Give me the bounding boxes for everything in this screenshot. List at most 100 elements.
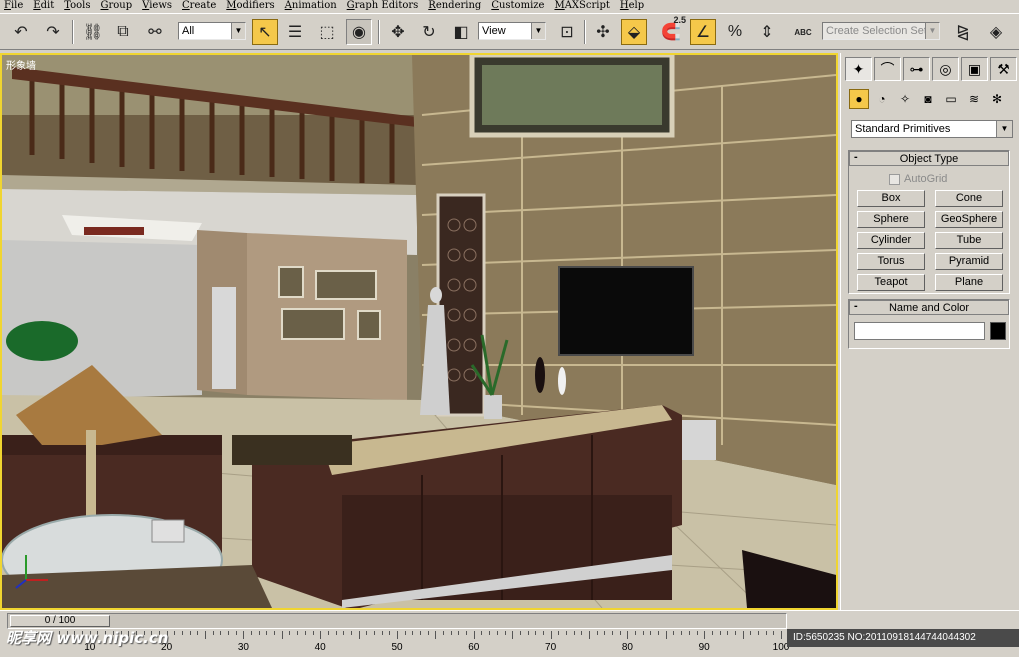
rectangular-selection-icon[interactable]: ⬚ — [314, 19, 340, 45]
menu-file[interactable]: File — [0, 0, 29, 12]
utilities-tab-icon[interactable]: ⚒ — [990, 57, 1017, 81]
keyboard-shortcut-override-icon[interactable]: ⬙ — [621, 19, 647, 45]
menu-modifiers[interactable]: Modifiers — [222, 0, 280, 12]
menu-views[interactable]: Views — [138, 0, 178, 12]
pivot-center-icon[interactable]: ⊡ — [554, 19, 580, 45]
select-and-link-icon[interactable]: ⛓ — [80, 19, 106, 45]
track-tick — [542, 631, 544, 635]
reference-coordinate-dropdown[interactable]: View ▼ — [478, 22, 546, 40]
track-tick — [704, 631, 706, 639]
geometry-icon[interactable]: ● — [849, 89, 869, 109]
display-tab-icon[interactable]: ▣ — [961, 57, 988, 81]
perspective-viewport[interactable]: 形象墙 — [0, 53, 838, 610]
checkbox-box — [889, 173, 900, 185]
object-color-swatch[interactable] — [990, 322, 1006, 340]
abc-label: ABC — [794, 27, 812, 37]
track-tick — [189, 631, 191, 635]
lights-icon[interactable]: ✧ — [895, 89, 915, 109]
reference-coordinate-value: View — [482, 25, 506, 37]
cylinder-button[interactable]: Cylinder — [857, 232, 925, 249]
bind-space-warp-icon[interactable]: ⚯ — [142, 19, 168, 45]
edit-named-selection-icon[interactable]: ABC — [790, 19, 816, 45]
menu-edit[interactable]: Edit — [29, 0, 60, 12]
track-tick — [481, 631, 483, 635]
select-by-name-icon[interactable]: ☰ — [282, 19, 308, 45]
track-tick — [658, 631, 660, 635]
track-tick — [397, 631, 398, 639]
track-tick — [665, 631, 667, 639]
select-manipulate-icon[interactable]: ✣ — [590, 19, 616, 45]
cone-button[interactable]: Cone — [935, 190, 1003, 207]
undo-icon[interactable]: ↶ — [8, 19, 34, 45]
track-tick — [274, 631, 276, 635]
select-and-move-icon[interactable]: ✥ — [385, 19, 411, 45]
track-tick — [781, 631, 782, 639]
spinner-snap-icon[interactable]: ⇕ — [754, 19, 780, 45]
viewport-label[interactable]: 形象墙 — [6, 57, 36, 72]
modify-tab-icon[interactable]: ⌒ — [874, 57, 901, 81]
track-tick — [757, 631, 759, 635]
autogrid-checkbox[interactable]: AutoGrid — [889, 173, 947, 185]
menu-help[interactable]: Help — [616, 0, 650, 12]
track-tick — [773, 631, 775, 635]
select-and-rotate-icon[interactable]: ↻ — [416, 19, 442, 45]
redo-icon[interactable]: ↷ — [40, 19, 66, 45]
window-crossing-icon[interactable]: ◉ — [346, 19, 372, 45]
menu-tools[interactable]: Tools — [60, 0, 96, 12]
hierarchy-tab-icon[interactable]: ⊶ — [903, 57, 930, 81]
menu-create[interactable]: Create — [178, 0, 222, 12]
select-object-icon[interactable]: ↖ — [252, 19, 278, 45]
track-tick — [335, 631, 337, 635]
menu-animation[interactable]: Animation — [281, 0, 343, 12]
object-name-input[interactable] — [854, 322, 985, 340]
chevron-down-icon: ▼ — [231, 23, 245, 39]
cameras-icon[interactable]: ◙ — [918, 89, 938, 109]
plane-button[interactable]: Plane — [935, 274, 1003, 291]
helpers-icon[interactable]: ▭ — [941, 89, 961, 109]
track-tick — [251, 631, 253, 635]
shapes-icon[interactable]: ◔ — [872, 89, 892, 109]
mirror-icon[interactable]: ⧎ — [950, 19, 976, 45]
track-label: 90 — [698, 642, 710, 653]
pyramid-button[interactable]: Pyramid — [935, 253, 1003, 270]
menu-group[interactable]: Group — [97, 0, 139, 12]
sphere-button[interactable]: Sphere — [857, 211, 925, 228]
track-tick — [711, 631, 713, 635]
track-tick — [443, 631, 445, 635]
menu-maxscript[interactable]: MAXScript — [550, 0, 615, 12]
menu-customize[interactable]: Customize — [487, 0, 550, 12]
percent-snap-icon[interactable]: % — [722, 19, 748, 45]
track-tick — [420, 631, 422, 635]
menu-graph-editors[interactable]: Graph Editors — [343, 0, 425, 12]
select-and-scale-icon[interactable]: ◧ — [448, 19, 474, 45]
menu-rendering[interactable]: Rendering — [424, 0, 487, 12]
object-category-value: Standard Primitives — [855, 123, 951, 135]
object-type-title: Object Type — [899, 152, 959, 165]
track-tick — [496, 631, 498, 635]
track-tick — [381, 631, 383, 635]
track-tick — [473, 631, 475, 639]
systems-icon[interactable]: ✻ — [987, 89, 1007, 109]
box-button[interactable]: Box — [857, 190, 925, 207]
snaps-toggle-icon[interactable]: 2.5 🧲 — [658, 15, 686, 45]
create-tab-icon[interactable]: ✦ — [845, 57, 872, 81]
track-tick — [427, 631, 429, 635]
time-slider-thumb[interactable]: 0 / 100 — [10, 615, 110, 627]
object-category-dropdown[interactable]: Standard Primitives ▼ — [851, 120, 1013, 138]
track-tick — [673, 631, 675, 635]
space-warps-icon[interactable]: ≋ — [964, 89, 984, 109]
name-and-color-header[interactable]: - Name and Color — [849, 300, 1009, 315]
angle-snap-toggle-icon[interactable]: ∠ — [690, 19, 716, 45]
tube-button[interactable]: Tube — [935, 232, 1003, 249]
track-tick — [212, 631, 214, 635]
unlink-icon[interactable]: ⧉ — [110, 19, 136, 45]
align-icon[interactable]: ◈ — [983, 19, 1009, 45]
object-type-header[interactable]: - Object Type — [849, 151, 1009, 166]
named-selection-set-dropdown[interactable]: Create Selection Set ▼ — [822, 22, 940, 40]
teapot-button[interactable]: Teapot — [857, 274, 925, 291]
selection-filter-dropdown[interactable]: All ▼ — [178, 22, 246, 40]
motion-tab-icon[interactable]: ◎ — [932, 57, 959, 81]
torus-button[interactable]: Torus — [857, 253, 925, 270]
snap-value: 2.5 — [673, 15, 686, 25]
geosphere-button[interactable]: GeoSphere — [935, 211, 1003, 228]
